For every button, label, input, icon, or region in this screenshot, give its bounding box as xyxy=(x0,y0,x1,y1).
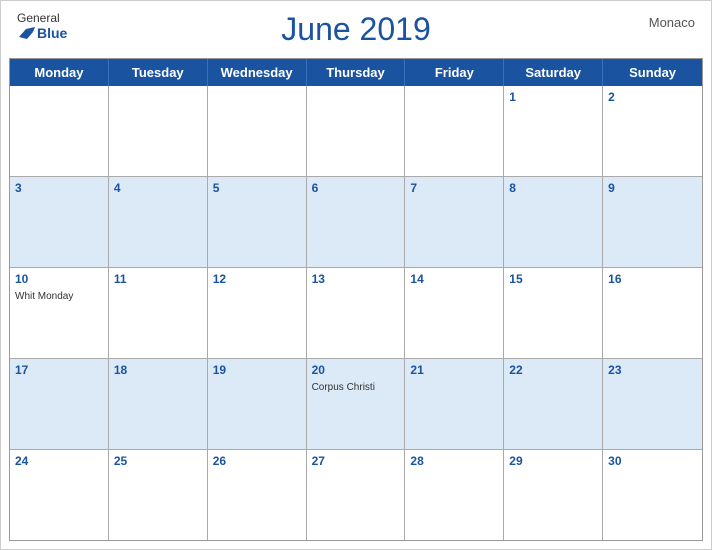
week-row-3: 10 Whit Monday 11 12 13 14 15 16 xyxy=(10,267,702,358)
day-number: 15 xyxy=(509,271,597,288)
header-monday: Monday xyxy=(10,59,109,86)
day-number: 24 xyxy=(15,453,103,470)
calendar-grid: Monday Tuesday Wednesday Thursday Friday… xyxy=(9,58,703,541)
day-cell-4-6: 22 xyxy=(504,359,603,449)
day-cell-5-2: 25 xyxy=(109,450,208,540)
logo: General Blue xyxy=(17,11,67,42)
day-cell-3-2: 11 xyxy=(109,268,208,358)
day-cell-2-6: 8 xyxy=(504,177,603,267)
day-number: 26 xyxy=(213,453,301,470)
day-number: 23 xyxy=(608,362,697,379)
day-event: Whit Monday xyxy=(15,290,103,303)
day-number: 21 xyxy=(410,362,498,379)
day-cell-5-7: 30 xyxy=(603,450,702,540)
header-sunday: Sunday xyxy=(603,59,702,86)
day-cell-4-4: 20 Corpus Christi xyxy=(307,359,406,449)
day-cell-2-5: 7 xyxy=(405,177,504,267)
day-number: 7 xyxy=(410,180,498,197)
header-thursday: Thursday xyxy=(307,59,406,86)
day-cell-2-1: 3 xyxy=(10,177,109,267)
day-number: 12 xyxy=(213,271,301,288)
day-number: 6 xyxy=(312,180,400,197)
week-row-1: 12 xyxy=(10,86,702,176)
day-number: 4 xyxy=(114,180,202,197)
logo-blue-text: Blue xyxy=(37,25,67,42)
day-cell-4-2: 18 xyxy=(109,359,208,449)
day-cell-5-5: 28 xyxy=(405,450,504,540)
day-cell-3-1: 10 Whit Monday xyxy=(10,268,109,358)
day-cell-3-7: 16 xyxy=(603,268,702,358)
header-tuesday: Tuesday xyxy=(109,59,208,86)
day-number: 11 xyxy=(114,271,202,288)
logo-general-text: General xyxy=(17,11,60,25)
day-cell-1-1 xyxy=(10,86,109,176)
day-cell-4-7: 23 xyxy=(603,359,702,449)
day-cell-3-6: 15 xyxy=(504,268,603,358)
month-title: June 2019 xyxy=(281,11,430,48)
day-number: 30 xyxy=(608,453,697,470)
day-cell-5-6: 29 xyxy=(504,450,603,540)
day-number: 16 xyxy=(608,271,697,288)
day-cell-5-3: 26 xyxy=(208,450,307,540)
day-number: 25 xyxy=(114,453,202,470)
header-wednesday: Wednesday xyxy=(208,59,307,86)
day-cell-3-3: 12 xyxy=(208,268,307,358)
day-cell-2-7: 9 xyxy=(603,177,702,267)
day-cell-2-2: 4 xyxy=(109,177,208,267)
day-cell-1-7: 2 xyxy=(603,86,702,176)
day-number: 10 xyxy=(15,271,103,288)
weeks-container: 12345678910Whit Monday111213141516171819… xyxy=(10,86,702,540)
day-number: 27 xyxy=(312,453,400,470)
header-friday: Friday xyxy=(405,59,504,86)
day-cell-2-3: 5 xyxy=(208,177,307,267)
day-number: 13 xyxy=(312,271,400,288)
day-cell-4-1: 17 xyxy=(10,359,109,449)
day-number: 17 xyxy=(15,362,103,379)
day-cell-4-3: 19 xyxy=(208,359,307,449)
day-number: 14 xyxy=(410,271,498,288)
header-saturday: Saturday xyxy=(504,59,603,86)
week-row-5: 24 25 26 27 28 29 30 xyxy=(10,449,702,540)
day-number: 2 xyxy=(608,89,697,106)
day-number: 3 xyxy=(15,180,103,197)
day-cell-1-6: 1 xyxy=(504,86,603,176)
day-cell-2-4: 6 xyxy=(307,177,406,267)
day-cell-4-5: 21 xyxy=(405,359,504,449)
day-cell-1-2 xyxy=(109,86,208,176)
week-row-4: 17 18 19 20 Corpus Christi 21 22 23 xyxy=(10,358,702,449)
calendar-header: General Blue June 2019 Monaco xyxy=(1,1,711,52)
week-row-2: 3456789 xyxy=(10,176,702,267)
day-cell-1-5 xyxy=(405,86,504,176)
day-number: 1 xyxy=(509,89,597,106)
day-cell-3-5: 14 xyxy=(405,268,504,358)
day-number: 20 xyxy=(312,362,400,379)
day-number: 8 xyxy=(509,180,597,197)
day-number: 19 xyxy=(213,362,301,379)
day-cell-3-4: 13 xyxy=(307,268,406,358)
day-cell-1-4 xyxy=(307,86,406,176)
logo-blue-area: Blue xyxy=(17,25,67,42)
day-number: 22 xyxy=(509,362,597,379)
day-event: Corpus Christi xyxy=(312,381,400,394)
logo-bird-icon xyxy=(17,27,35,41)
country-label: Monaco xyxy=(649,15,695,30)
day-headers-row: Monday Tuesday Wednesday Thursday Friday… xyxy=(10,59,702,86)
day-cell-5-1: 24 xyxy=(10,450,109,540)
day-number: 18 xyxy=(114,362,202,379)
day-number: 28 xyxy=(410,453,498,470)
calendar-container: General Blue June 2019 Monaco Monday Tue… xyxy=(0,0,712,550)
day-number: 29 xyxy=(509,453,597,470)
day-number: 9 xyxy=(608,180,697,197)
day-cell-1-3 xyxy=(208,86,307,176)
day-cell-5-4: 27 xyxy=(307,450,406,540)
day-number: 5 xyxy=(213,180,301,197)
